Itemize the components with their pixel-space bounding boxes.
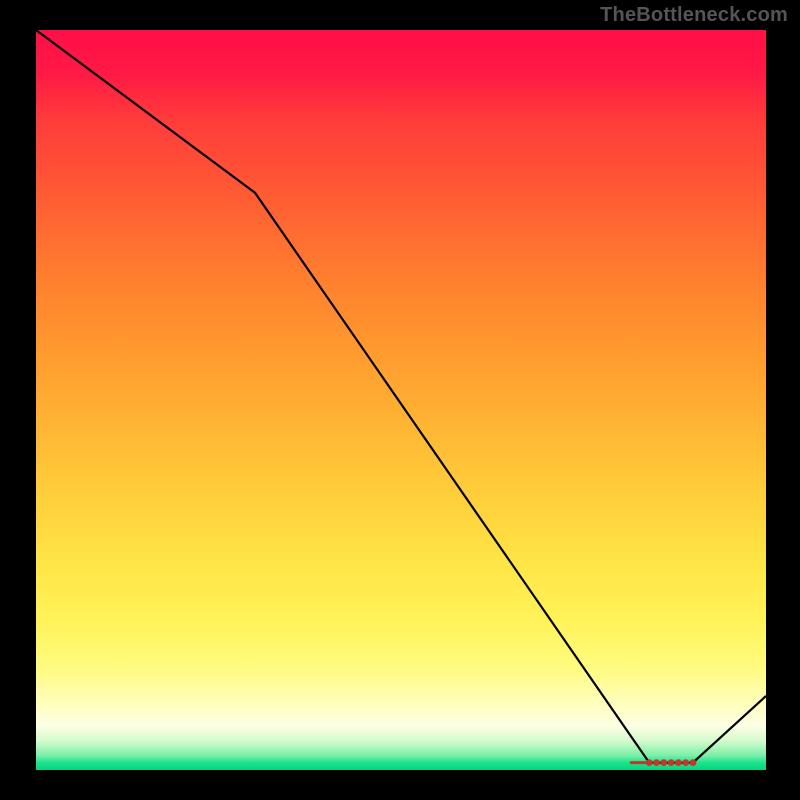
optimum-markers [631, 759, 696, 766]
optimum-marker [660, 759, 667, 766]
optimum-marker [690, 759, 697, 766]
optimum-marker [653, 759, 660, 766]
optimum-marker [682, 759, 689, 766]
optimum-marker [675, 759, 682, 766]
optimum-marker [646, 759, 653, 766]
optimum-marker [668, 759, 675, 766]
bottleneck-line-chart [36, 30, 766, 770]
performance-curve [36, 30, 766, 763]
chart-frame: TheBottleneck.com [0, 0, 800, 800]
plot-area [36, 30, 766, 770]
attribution-label: TheBottleneck.com [600, 4, 788, 27]
